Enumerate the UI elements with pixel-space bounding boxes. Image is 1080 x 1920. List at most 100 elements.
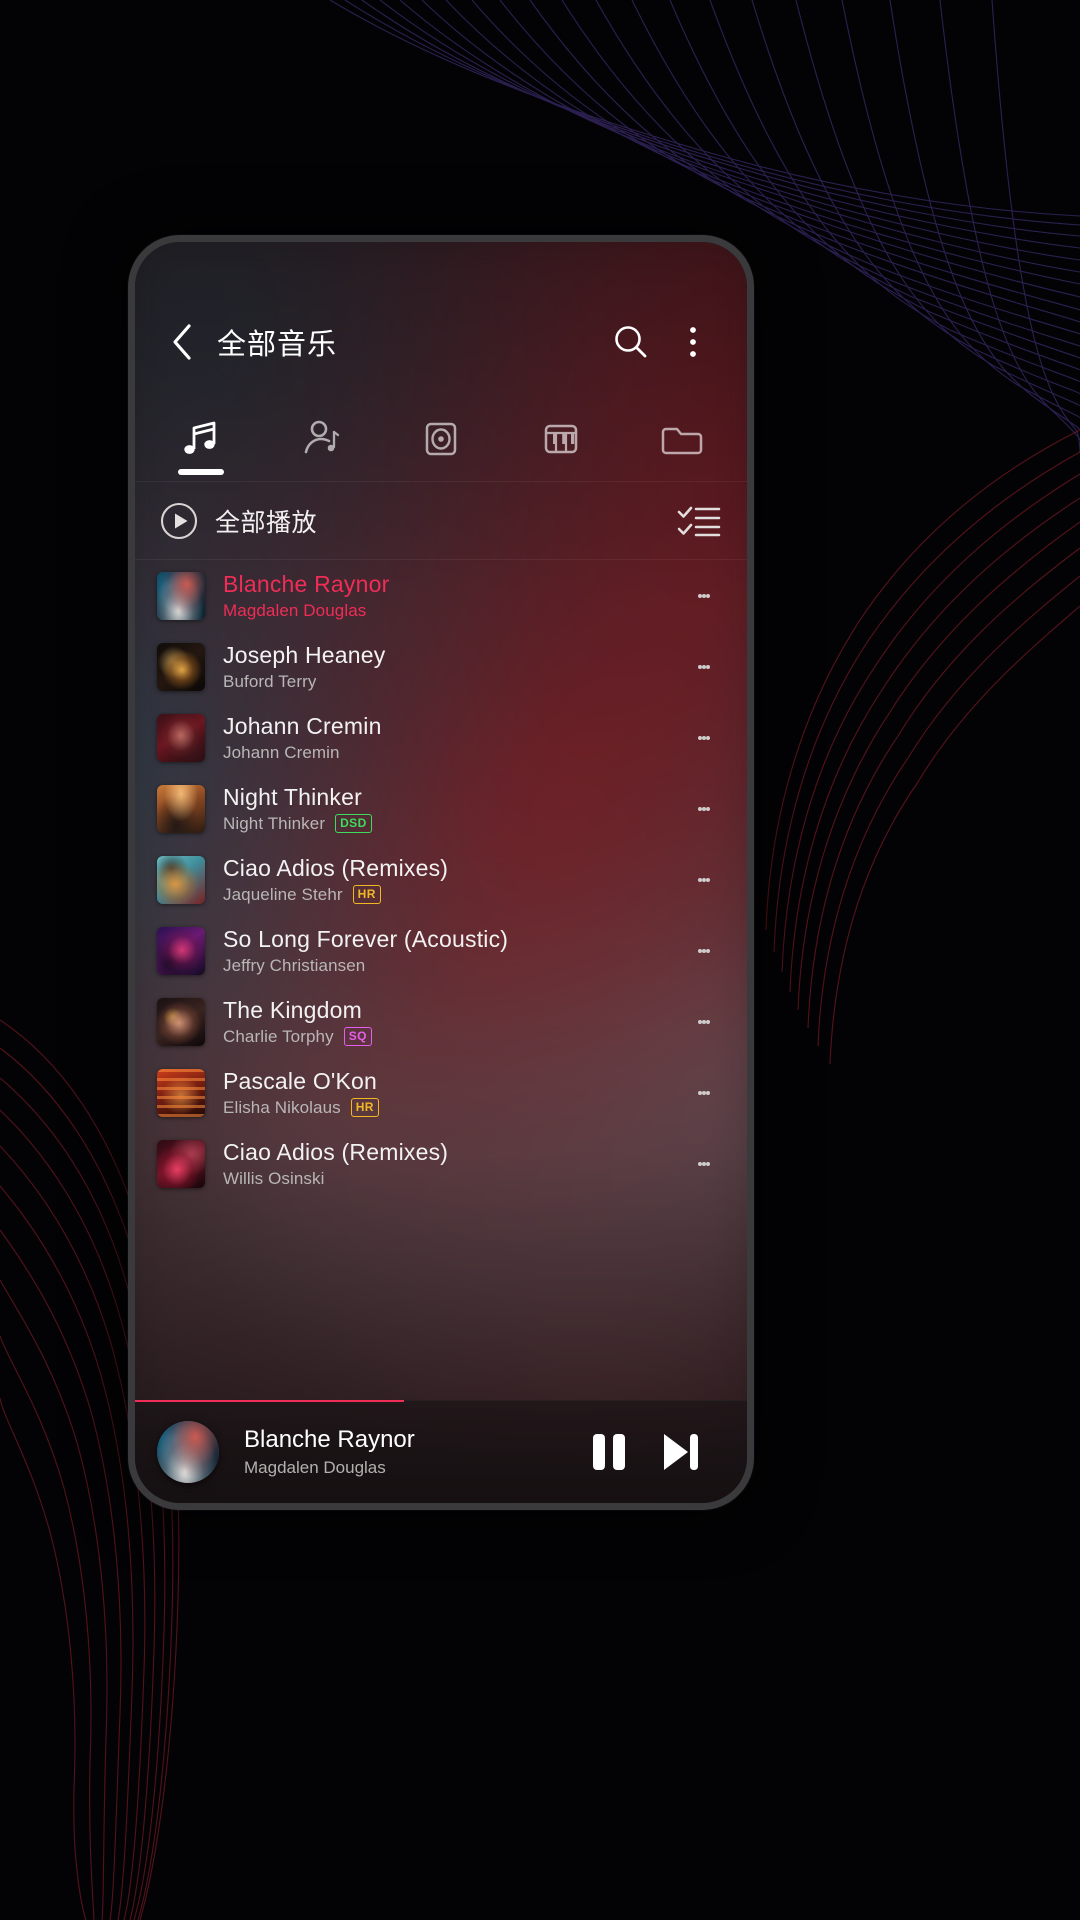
tab-artists[interactable] xyxy=(261,396,381,481)
search-icon xyxy=(615,326,647,358)
tab-folders[interactable] xyxy=(621,396,741,481)
album-art-thumbnail xyxy=(157,997,205,1046)
play-all-row: 全部播放 xyxy=(135,482,747,560)
overflow-menu-button[interactable] xyxy=(667,316,719,368)
song-subrow: Buford Terry xyxy=(223,672,681,692)
song-list-item[interactable]: Johann Cremin Johann Cremin xyxy=(135,702,747,773)
song-list-item[interactable]: The Kingdom Charlie Torphy SQ xyxy=(135,986,747,1057)
tab-albums[interactable] xyxy=(381,396,501,481)
song-list-item[interactable]: Ciao Adios (Remixes) Willis Osinski xyxy=(135,1128,747,1198)
song-meta: Ciao Adios (Remixes) Jaqueline Stehr HR xyxy=(223,855,681,905)
song-overflow-button[interactable] xyxy=(681,923,727,979)
song-title: So Long Forever (Acoustic) xyxy=(223,925,509,952)
quality-badge: HR xyxy=(352,885,381,905)
song-overflow-button[interactable] xyxy=(681,852,727,908)
album-art-thumbnail xyxy=(157,926,205,975)
category-tab-bar xyxy=(135,396,747,482)
song-title: Joseph Heaney xyxy=(223,641,386,668)
album-art-thumbnail xyxy=(157,571,205,620)
mini-player-album-art[interactable] xyxy=(157,1421,219,1483)
song-subrow: Willis Osinski xyxy=(223,1169,681,1189)
quality-badge: DSD xyxy=(335,814,372,834)
song-subrow: Jaqueline Stehr HR xyxy=(223,885,681,905)
song-artist: Elisha Nikolaus xyxy=(223,1097,341,1117)
phone-screen: 全部音乐 全部播放 Blanche Raynor Magdalen Dougla… xyxy=(135,242,747,1503)
music-note-icon xyxy=(178,416,224,462)
song-list-item[interactable]: Pascale O'Kon Elisha Nikolaus HR xyxy=(135,1057,747,1128)
song-title: Ciao Adios (Remixes) xyxy=(223,854,449,881)
song-subrow: Magdalen Douglas xyxy=(223,601,681,621)
mini-player-meta: Blanche Raynor Magdalen Douglas xyxy=(244,1426,573,1478)
artist-icon xyxy=(298,416,344,462)
tab-genres[interactable] xyxy=(501,396,621,481)
play-circle-icon xyxy=(160,502,198,539)
song-title: Ciao Adios (Remixes) xyxy=(223,1138,449,1165)
song-subrow: Elisha Nikolaus HR xyxy=(223,1098,681,1118)
song-title: Night Thinker xyxy=(223,783,362,810)
song-overflow-button[interactable] xyxy=(681,710,727,766)
more-dot xyxy=(706,1090,710,1095)
song-list-item[interactable]: Blanche Raynor Magdalen Douglas xyxy=(135,560,747,631)
song-list-item[interactable]: Ciao Adios (Remixes) Jaqueline Stehr HR xyxy=(135,844,747,915)
pause-button[interactable] xyxy=(573,1416,645,1488)
song-list-item[interactable]: Joseph Heaney Buford Terry xyxy=(135,631,747,702)
song-artist: Johann Cremin xyxy=(223,742,340,762)
more-dot xyxy=(706,664,710,669)
app-header-bar: 全部音乐 xyxy=(135,288,747,396)
back-button[interactable] xyxy=(159,319,205,365)
song-title: The Kingdom xyxy=(223,996,362,1023)
song-artist: Magdalen Douglas xyxy=(223,600,367,620)
piano-icon xyxy=(538,416,584,462)
play-all-label: 全部播放 xyxy=(215,508,318,537)
song-meta: Blanche Raynor Magdalen Douglas xyxy=(223,571,681,621)
song-artist: Jaqueline Stehr xyxy=(223,884,343,904)
album-art-thumbnail xyxy=(157,1139,205,1188)
next-track-button[interactable] xyxy=(645,1416,717,1488)
song-overflow-button[interactable] xyxy=(681,568,727,624)
song-meta: Joseph Heaney Buford Terry xyxy=(223,642,681,692)
song-list-item[interactable]: Night Thinker Night Thinker DSD xyxy=(135,773,747,844)
multiselect-button[interactable] xyxy=(677,504,721,538)
now-playing-title: Blanche Raynor xyxy=(244,1426,415,1453)
play-all-button[interactable]: 全部播放 xyxy=(159,501,317,541)
playback-progress-bar[interactable] xyxy=(135,1400,405,1402)
mini-player-bar[interactable]: Blanche Raynor Magdalen Douglas xyxy=(135,1400,747,1503)
album-disc-icon xyxy=(418,416,464,462)
song-list-item[interactable]: So Long Forever (Acoustic) Jeffry Christ… xyxy=(135,915,747,986)
album-art-thumbnail xyxy=(157,1068,205,1117)
song-subrow: Charlie Torphy SQ xyxy=(223,1027,681,1047)
song-artist: Willis Osinski xyxy=(223,1168,325,1188)
song-overflow-button[interactable] xyxy=(681,781,727,837)
song-overflow-button[interactable] xyxy=(681,1065,727,1121)
song-meta: The Kingdom Charlie Torphy SQ xyxy=(223,997,681,1047)
skip-next-icon xyxy=(664,1434,698,1470)
song-overflow-button[interactable] xyxy=(681,1136,727,1192)
chevron-left-icon xyxy=(173,324,191,360)
song-artist: Buford Terry xyxy=(223,671,317,691)
song-list[interactable]: Blanche Raynor Magdalen Douglas Joseph H… xyxy=(135,560,747,1198)
song-overflow-button[interactable] xyxy=(681,994,727,1050)
more-dot xyxy=(706,1161,710,1166)
folder-icon xyxy=(658,416,704,462)
search-button[interactable] xyxy=(605,316,657,368)
song-meta: So Long Forever (Acoustic) Jeffry Christ… xyxy=(223,926,681,976)
more-dot xyxy=(706,1019,710,1024)
more-vertical-icon xyxy=(690,327,696,357)
song-overflow-button[interactable] xyxy=(681,639,727,695)
tab-songs[interactable] xyxy=(141,396,261,481)
song-title: Pascale O'Kon xyxy=(223,1067,378,1094)
song-meta: Night Thinker Night Thinker DSD xyxy=(223,784,681,834)
album-art-thumbnail xyxy=(157,642,205,691)
song-artist: Jeffry Christiansen xyxy=(223,955,366,975)
tab-active-indicator xyxy=(178,469,224,475)
more-dot xyxy=(706,735,710,740)
song-subrow: Jeffry Christiansen xyxy=(223,956,681,976)
album-art-thumbnail xyxy=(157,784,205,833)
song-meta: Pascale O'Kon Elisha Nikolaus HR xyxy=(223,1068,681,1118)
now-playing-artist: Magdalen Douglas xyxy=(244,1458,386,1477)
song-artist: Night Thinker xyxy=(223,813,326,833)
album-art-thumbnail xyxy=(157,713,205,762)
album-art-thumbnail xyxy=(157,855,205,904)
more-dot xyxy=(706,806,710,811)
song-meta: Ciao Adios (Remixes) Willis Osinski xyxy=(223,1139,681,1189)
